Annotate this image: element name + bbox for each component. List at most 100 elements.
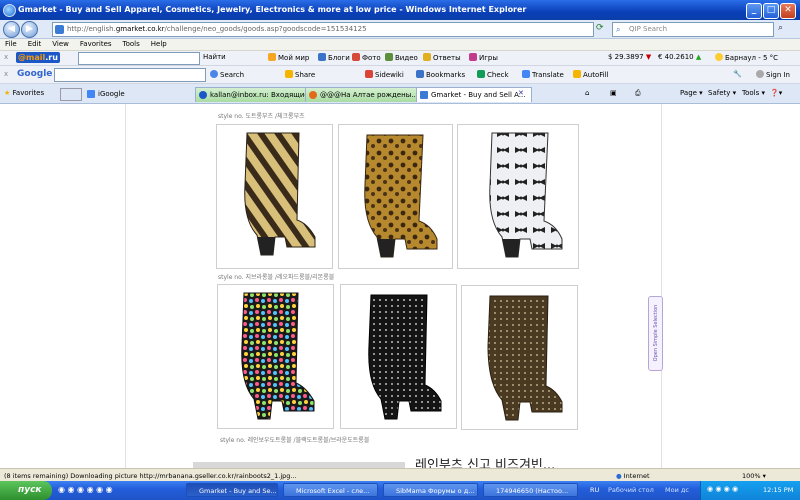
mailru-item-answers[interactable]: Ответы (423, 53, 461, 62)
google-translate-button[interactable]: Translate (522, 70, 564, 79)
tools-menu[interactable]: Tools ▾ (742, 89, 765, 97)
menu-edit[interactable]: Edit (23, 39, 48, 48)
mailru-search-button[interactable]: Найти (203, 53, 226, 61)
usd-rate: $ 29.3897 ▼ (608, 53, 652, 61)
help-icon[interactable]: ❓▾ (770, 89, 782, 97)
quicklaunch-icons[interactable]: ◉ ◉ ◉ ◉ ◉ ◉ (58, 485, 113, 494)
home-icon[interactable]: ⌂ (585, 89, 589, 97)
menu-file[interactable]: File (0, 39, 23, 48)
google-logo: Google (17, 69, 53, 79)
safety-menu[interactable]: Safety ▾ (708, 89, 736, 97)
window-titlebar[interactable]: Gmarket - Buy and Sell Apparel, Cosmetic… (0, 0, 800, 20)
google-toolbar: x Google Search Share Sidewiki Bookmarks… (0, 66, 800, 84)
search-go-icon[interactable]: ⌕ (778, 23, 783, 33)
desktop-toolbar[interactable]: Рабочий стол (608, 486, 654, 494)
product-image-ribbon-boot[interactable] (457, 124, 579, 269)
menu-tools[interactable]: Tools (118, 39, 146, 48)
page-menu[interactable]: Page ▾ (680, 89, 703, 97)
logo-suffix: .ru (45, 53, 58, 62)
product-image-brown-dot-boot[interactable] (461, 285, 578, 430)
google-check-button[interactable]: Check (477, 70, 509, 79)
refresh-icon[interactable]: ⟳ (596, 23, 604, 33)
mailru-item-myworld[interactable]: Мой мир (268, 53, 309, 62)
window-title: Gmarket - Buy and Sell Apparel, Cosmetic… (18, 5, 527, 14)
korean-banner-text: 레인부츠 신고 비즈겨빈... (415, 458, 556, 468)
minimize-button[interactable]: _ (746, 3, 762, 19)
mailru-item-photo[interactable]: Фото (352, 53, 381, 62)
tray-icons[interactable]: ◉ ◉ ◉ ◉ (707, 485, 738, 493)
forward-button[interactable]: ▶ (21, 21, 38, 38)
mailru-logo[interactable]: @mail.ru (16, 52, 60, 63)
zoom-level[interactable]: 100% ▾ (742, 472, 766, 480)
style-caption-1: style no. 도트롱부츠 /체크롱부츠 (218, 113, 305, 120)
internet-zone[interactable]: ● Internet (616, 472, 650, 480)
google-autofill-button[interactable]: AutoFill (573, 70, 609, 79)
favorites-button[interactable]: ★ Favorites (4, 89, 44, 97)
open-simple-selection-tab[interactable]: Open Simple Selection (648, 296, 663, 371)
google-bookmarks-button[interactable]: Bookmarks (416, 70, 465, 79)
google-signin-button[interactable]: Sign In (756, 70, 790, 79)
mailru-search-input[interactable] (78, 52, 200, 65)
product-image-rainbow-dot-boot[interactable] (217, 284, 334, 429)
menu-view[interactable]: View (47, 39, 75, 48)
language-indicator[interactable]: RU (590, 486, 599, 494)
system-tray: ◉ ◉ ◉ ◉ 12:15 PM (700, 481, 800, 500)
search-icon: ⌕ (616, 25, 621, 34)
wrench-icon[interactable]: 🔧 (733, 70, 742, 78)
taskbar-icq[interactable]: 174946650 (Настоо... (483, 483, 578, 497)
product-image-leopard-boot[interactable] (338, 124, 453, 269)
eur-rate: € 40.2610 ▲ (658, 53, 702, 61)
mailru-toolbar: x @mail.ru Найти Мой мир Блоги Фото Виде… (0, 51, 800, 66)
address-url: http://english.gmarket.co.kr/challenge/n… (67, 25, 367, 33)
back-button[interactable]: ◀ (3, 21, 20, 38)
taskbar-gmarket[interactable]: Gmarket - Buy and Se... (186, 483, 278, 497)
status-text: (8 items remaining) Downloading picture … (4, 472, 297, 480)
product-image-zebra-boot[interactable] (216, 124, 333, 269)
google-search-button[interactable]: Search (210, 70, 244, 79)
feeds-icon[interactable]: ▣ (610, 89, 617, 97)
ie-icon (3, 4, 16, 17)
url-path: /challenge/neo_goods/goods.asp?goodscode… (164, 25, 367, 33)
product-image-black-dot-boot[interactable] (340, 284, 457, 429)
weather[interactable]: Барнаул - 5 °C (715, 53, 778, 62)
url-prefix: http://english. (67, 25, 116, 33)
print-icon[interactable]: ⎙ (635, 89, 641, 98)
maximize-button[interactable]: □ (763, 3, 779, 19)
menu-help[interactable]: Help (146, 39, 173, 48)
tab-altai[interactable]: @@@На Алтае рождены...... (305, 87, 431, 102)
start-button[interactable]: пуск (0, 481, 52, 500)
style-caption-2: style no. 지브라롱블 /레오파드롱블/리본롱블 (218, 274, 335, 281)
style-caption-3: style no. 레인보우도트롱블 /블랙도트롱블/브라운도트롱블 (220, 437, 370, 444)
menu-favorites[interactable]: Favorites (75, 39, 118, 48)
side-widget-label: Open Simple Selection (653, 304, 659, 362)
google-sidewiki-button[interactable]: Sidewiki (365, 70, 404, 79)
search-placeholder: QIP Search (629, 25, 668, 33)
google-share-button[interactable]: Share (285, 70, 315, 79)
igoogle-link[interactable]: iGoogle (84, 87, 208, 101)
google-search-input[interactable] (54, 68, 206, 82)
page-icon (55, 25, 64, 34)
mailru-item-video[interactable]: Видео (385, 53, 418, 62)
clock[interactable]: 12:15 PM (763, 486, 793, 494)
product-area: style no. 도트롱부츠 /체크롱부츠 style no. 지브라롱블 /… (125, 104, 662, 468)
url-domain: gmarket.co.kr (115, 25, 165, 33)
mydocs-toolbar[interactable]: Мои дс (665, 486, 689, 494)
close-button[interactable]: ✕ (780, 3, 796, 19)
address-row: ◀ ▶ http://english.gmarket.co.kr/challen… (0, 20, 800, 39)
tab-mail[interactable]: kallan@inbox.ru: Входящие (195, 87, 319, 102)
toolbar-close-icon[interactable]: x (4, 70, 8, 78)
mailru-item-blogs[interactable]: Блоги (318, 53, 350, 62)
taskbar-sibmama[interactable]: SibMama Форумы о д... (383, 483, 478, 497)
mailru-item-games[interactable]: Игры (469, 53, 498, 62)
toolbar-close-icon[interactable]: x (4, 53, 8, 61)
address-bar[interactable]: http://english.gmarket.co.kr/challenge/n… (52, 22, 594, 37)
menu-bar: File Edit View Favorites Tools Help (0, 39, 800, 51)
page-content: style no. 도트롱부츠 /체크롱부츠 style no. 지브라롱블 /… (0, 104, 800, 468)
qip-search-input[interactable]: ⌕ QIP Search (612, 22, 774, 37)
quick-tabs-icon[interactable] (60, 88, 82, 101)
taskbar-excel[interactable]: Microsoft Excel - сле... (283, 483, 378, 497)
tab-gmarket[interactable]: Gmarket - Buy and Sell A... (416, 87, 532, 102)
tab-close-icon[interactable]: ✕ (518, 89, 524, 97)
taskbar: пуск ◉ ◉ ◉ ◉ ◉ ◉ Gmarket - Buy and Se...… (0, 481, 800, 500)
logo-main: @mail (18, 53, 46, 62)
